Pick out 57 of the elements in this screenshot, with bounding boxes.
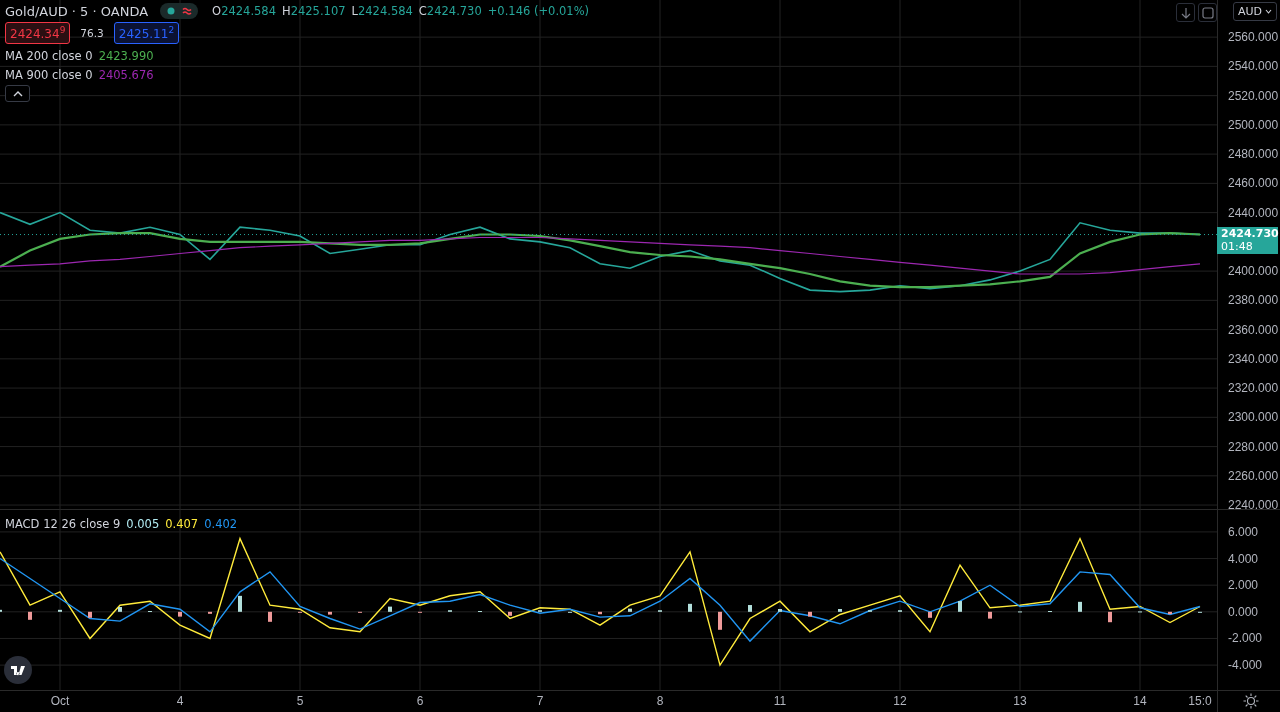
axis-label: 2440.000 — [1228, 205, 1279, 220]
time-label: 7 — [536, 694, 544, 708]
countdown-timer: 01:48 — [1221, 239, 1254, 253]
ohlc-value: 2424.584 — [221, 4, 276, 18]
time-label: 15:0 — [1188, 694, 1212, 708]
indicator-label: MA 900 close 0 — [5, 68, 93, 82]
last-price: 2424.730 — [1221, 226, 1278, 240]
axis-label: 2340.000 — [1228, 351, 1279, 366]
indicator-label: MA 200 close 0 — [5, 49, 93, 63]
axis-label: 2300.000 — [1228, 410, 1279, 425]
ohlc-label: L — [351, 4, 358, 18]
indicator-value: 0.402 — [204, 517, 238, 531]
ohlc-label: C — [418, 4, 427, 18]
axis-label: 2280.000 — [1228, 439, 1279, 454]
time-label: 14 — [1133, 694, 1147, 708]
axis-label: 2460.000 — [1228, 176, 1279, 191]
axis-label: 2500.000 — [1228, 117, 1279, 132]
time-label: 5 — [296, 694, 304, 708]
time-label: 8 — [656, 694, 664, 708]
ohlc-label: O — [212, 4, 222, 18]
axis-label: 2540.000 — [1228, 59, 1279, 74]
indicator-value: 0.005 — [126, 517, 160, 531]
time-label: 11 — [773, 694, 787, 708]
symbol-title: Gold/AUD · 5 · OANDA — [5, 3, 149, 19]
axis-label: 4.000 — [1228, 551, 1259, 566]
axis-label: 2240.000 — [1228, 498, 1279, 509]
ohlc-value: 2424.730 — [426, 4, 482, 18]
spread-value: 76.3 — [79, 27, 105, 39]
ohlc-value: 2424.584 — [357, 4, 413, 18]
axis-label: 2260.000 — [1228, 468, 1279, 483]
axis-label: 0.000 — [1228, 604, 1259, 619]
axis-label: 2320.000 — [1228, 381, 1279, 396]
time-label: 12 — [893, 694, 907, 708]
buy-button[interactable]: 2425.11$^{2}$ — [113, 22, 180, 44]
time-label: 13 — [1013, 694, 1027, 708]
axis-label: -2.000 — [1228, 631, 1263, 646]
axis-label: -4.000 — [1228, 658, 1263, 673]
axis-label: 2520.000 — [1228, 88, 1279, 103]
axis-label: 2380.000 — [1228, 293, 1279, 308]
axis-label: 2360.000 — [1228, 322, 1279, 337]
axis-label: 2.000 — [1228, 578, 1259, 593]
time-label: 4 — [176, 694, 184, 708]
indicator-value: 0.407 — [165, 517, 199, 531]
price-change: +0.146 (+0.01%) — [487, 4, 590, 18]
indicator-value: 2423.990 — [98, 49, 154, 63]
indicator-label: MACD 12 26 close 9 — [5, 517, 121, 531]
time-label: Oct — [50, 694, 70, 708]
sell-button[interactable]: 2424.34$^{9}$ — [5, 22, 71, 44]
axis-label: 2480.000 — [1228, 147, 1279, 162]
time-label: 6 — [416, 694, 424, 708]
ohlc-value: 2425.107 — [290, 4, 346, 18]
axis-label: 2400.000 — [1228, 264, 1279, 279]
axis-label: 2560.000 — [1228, 30, 1279, 45]
currency-dropdown[interactable]: AUD — [1233, 2, 1278, 21]
ohlc-label: H — [282, 4, 291, 18]
indicator-value: 2405.676 — [98, 68, 154, 82]
axis-label: 6.000 — [1228, 524, 1259, 539]
